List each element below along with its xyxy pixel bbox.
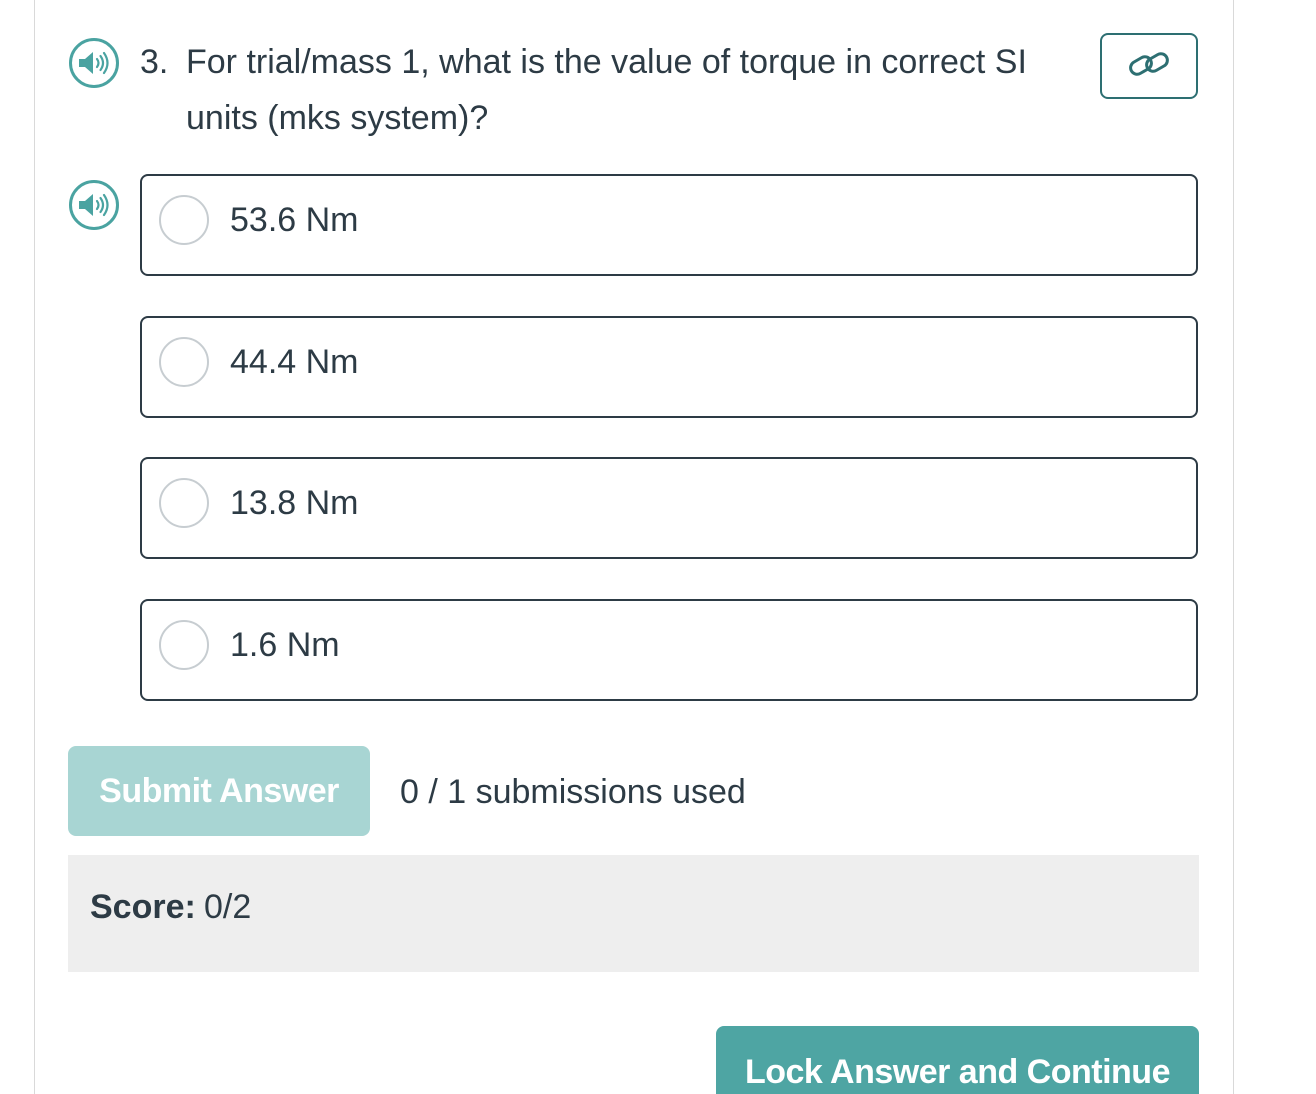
speaker-icon	[77, 50, 111, 76]
answer-option-3[interactable]: 13.8 Nm	[140, 457, 1198, 559]
submit-answer-button[interactable]: Submit Answer	[68, 746, 370, 836]
submissions-counter: 0 / 1 submissions used	[400, 773, 746, 811]
question-audio-button[interactable]	[69, 38, 119, 88]
score-panel: Score: 0/2	[68, 855, 1199, 972]
lock-answer-continue-button[interactable]: Lock Answer and Continue	[716, 1026, 1199, 1094]
answer-option-4[interactable]: 1.6 Nm	[140, 599, 1198, 701]
options-audio-button[interactable]	[69, 180, 119, 230]
link-icon	[1127, 49, 1171, 84]
permalink-button[interactable]	[1100, 33, 1198, 99]
panel-right-border	[1233, 0, 1234, 1094]
radio-button[interactable]	[159, 195, 209, 245]
answer-option-1[interactable]: 53.6 Nm	[140, 174, 1198, 276]
radio-button[interactable]	[159, 620, 209, 670]
score-value: 0/2	[204, 888, 252, 926]
question-number: 3.	[140, 43, 169, 81]
answer-option-label: 44.4 Nm	[230, 343, 359, 381]
answer-option-label: 53.6 Nm	[230, 201, 359, 239]
score-label: Score:	[90, 888, 196, 926]
answer-option-label: 13.8 Nm	[230, 484, 359, 522]
question-text: For trial/mass 1, what is the value of t…	[186, 43, 1027, 137]
radio-button[interactable]	[159, 337, 209, 387]
answer-option-label: 1.6 Nm	[230, 626, 340, 664]
answer-option-2[interactable]: 44.4 Nm	[140, 316, 1198, 418]
speaker-icon	[77, 192, 111, 218]
question-panel: 3. For trial/mass 1, what is the value o…	[0, 0, 1316, 1094]
panel-left-border	[34, 0, 35, 1094]
radio-button[interactable]	[159, 478, 209, 528]
